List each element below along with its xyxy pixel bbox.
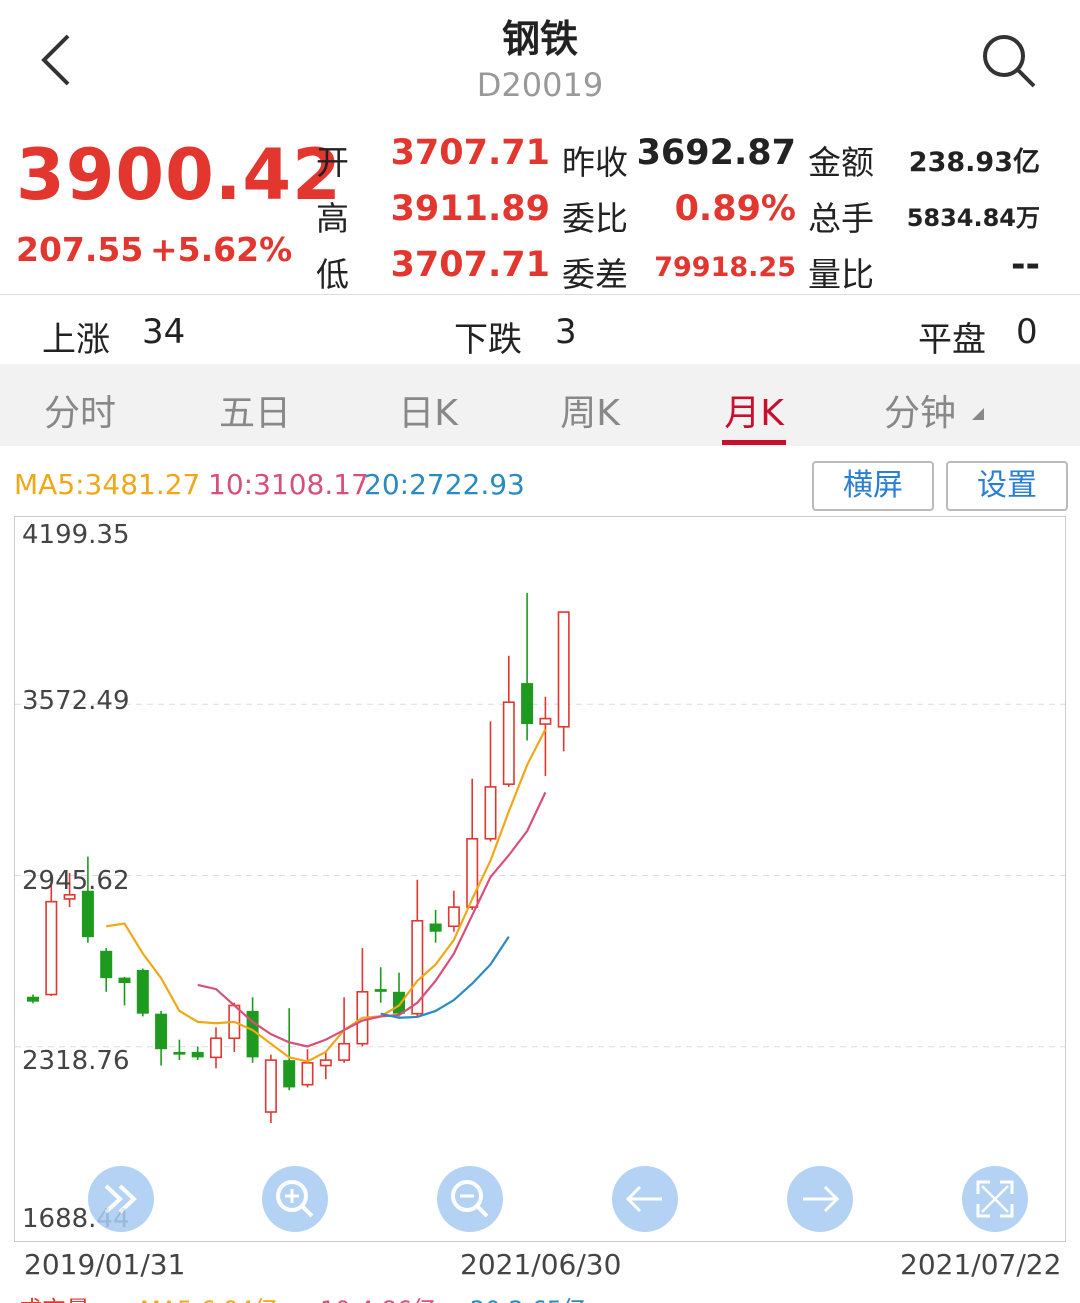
bid-diff-value: 79918.25 <box>654 252 796 283</box>
x-tick-label: 2021/06/30 <box>460 1248 622 1281</box>
candle-body <box>484 786 497 840</box>
amount-label: 金额 <box>808 143 874 182</box>
candle-body <box>136 969 149 1014</box>
arrow-right-icon <box>803 1185 840 1213</box>
active-tab-indicator <box>722 440 786 445</box>
low-label: 低 <box>316 255 349 294</box>
high-value: 3911.89 <box>390 189 550 229</box>
dropdown-triangle-icon <box>972 408 984 420</box>
current-price: 3900.42 <box>16 134 342 216</box>
y-tick-label: 4199.35 <box>22 520 130 550</box>
ma20-value: 20:2722.93 <box>364 468 525 501</box>
fullscreen-button[interactable] <box>962 1166 1028 1232</box>
prev-close-label: 昨收 <box>562 143 628 182</box>
candle-body <box>100 950 113 979</box>
candle-body <box>118 977 131 984</box>
candle-body <box>429 923 442 932</box>
candle-body <box>374 989 387 992</box>
settings-button[interactable]: 设置 <box>946 461 1068 511</box>
tab-minute[interactable]: 分钟 <box>870 384 970 436</box>
scroll-right-button[interactable] <box>787 1166 853 1232</box>
y-tick-label: 2945.62 <box>22 866 130 896</box>
flat-label: 平盘 <box>918 320 986 360</box>
candle-body <box>447 906 460 928</box>
search-icon <box>983 35 1036 88</box>
x-tick-label: 2019/01/31 <box>24 1248 186 1281</box>
candle-body <box>45 900 58 996</box>
candle-body <box>81 890 94 938</box>
zoom-in-button[interactable] <box>262 1166 328 1232</box>
down-label: 下跌 <box>454 320 522 360</box>
volume-section-label: 成交量 <box>18 1290 90 1303</box>
bid-ratio-value: 0.89% <box>674 189 796 229</box>
candle-body <box>319 1059 332 1067</box>
tab-five-day[interactable]: 五日 <box>205 384 305 436</box>
candle-body <box>521 683 534 725</box>
volume-ratio-value: -- <box>1010 245 1040 285</box>
vol-ma20: 20:2.65亿 <box>470 1290 586 1303</box>
zoom-out-button[interactable] <box>437 1166 503 1232</box>
open-label: 开 <box>316 143 349 182</box>
candle-body <box>173 1051 186 1055</box>
scroll-left-button[interactable] <box>612 1166 678 1232</box>
fullscreen-icon <box>976 1180 1014 1218</box>
ma10-value: 10:3108.17 <box>208 468 369 501</box>
landscape-button[interactable]: 横屏 <box>812 461 934 511</box>
price-change-pct: +5.62% <box>150 230 293 269</box>
up-count: 34 <box>142 312 186 352</box>
tab-monthly-k[interactable]: 月K <box>704 384 804 436</box>
y-tick-label: 3572.49 <box>22 686 130 716</box>
vol-ma10: 10:4.86亿 <box>320 1290 436 1303</box>
y-tick-label: 2318.76 <box>22 1046 130 1076</box>
candle-body <box>301 1062 314 1086</box>
candle-body <box>264 1059 277 1113</box>
amount-value: 238.93亿 <box>908 147 1040 178</box>
open-value: 3707.71 <box>390 133 550 173</box>
up-label: 上涨 <box>42 320 110 360</box>
zoom-in-icon <box>276 1180 314 1218</box>
candle-body <box>210 1037 223 1059</box>
ma5-value: MA5:3481.27 <box>14 468 201 501</box>
tab-intraday[interactable]: 分时 <box>30 384 130 436</box>
index-code: D20019 <box>476 66 604 104</box>
high-label: 高 <box>316 199 349 238</box>
price-change: 207.55 <box>16 230 144 269</box>
tab-daily-k[interactable]: 日K <box>378 384 478 436</box>
search-button[interactable] <box>980 32 1038 90</box>
volume-ratio-label: 量比 <box>808 255 874 294</box>
candle-body <box>338 1042 351 1061</box>
kline-chart[interactable] <box>14 516 1066 1242</box>
x-tick-label: 2021/07/22 <box>900 1248 1062 1281</box>
ma-line-ma5 <box>106 728 547 1063</box>
tab-weekly-k[interactable]: 周K <box>540 384 640 436</box>
bid-diff-label: 委差 <box>562 255 628 294</box>
low-value: 3707.71 <box>390 245 550 285</box>
volume-value: 5834.84万 <box>906 204 1040 232</box>
bid-ratio-label: 委比 <box>562 199 628 238</box>
candle-body <box>283 1060 296 1088</box>
vol-ma5: MA5:6.94亿 <box>140 1290 278 1303</box>
arrow-left-icon <box>625 1185 662 1213</box>
down-count: 3 <box>555 312 577 352</box>
candle-body <box>155 1013 168 1050</box>
flat-count: 0 <box>1016 312 1038 352</box>
candle-body <box>557 611 570 728</box>
fast-forward-button[interactable] <box>88 1166 154 1232</box>
candle-body <box>539 717 552 725</box>
fast-forward-icon <box>104 1184 137 1214</box>
candle-body <box>393 991 405 1014</box>
zoom-out-icon <box>451 1180 489 1218</box>
candle-body <box>27 996 39 1002</box>
kline-svg <box>15 592 1065 1123</box>
candle-body <box>191 1051 204 1058</box>
candle-body <box>502 701 515 785</box>
page-title: 钢铁 <box>501 17 578 61</box>
prev-close-value: 3692.87 <box>636 133 796 173</box>
volume-label: 总手 <box>808 199 874 238</box>
